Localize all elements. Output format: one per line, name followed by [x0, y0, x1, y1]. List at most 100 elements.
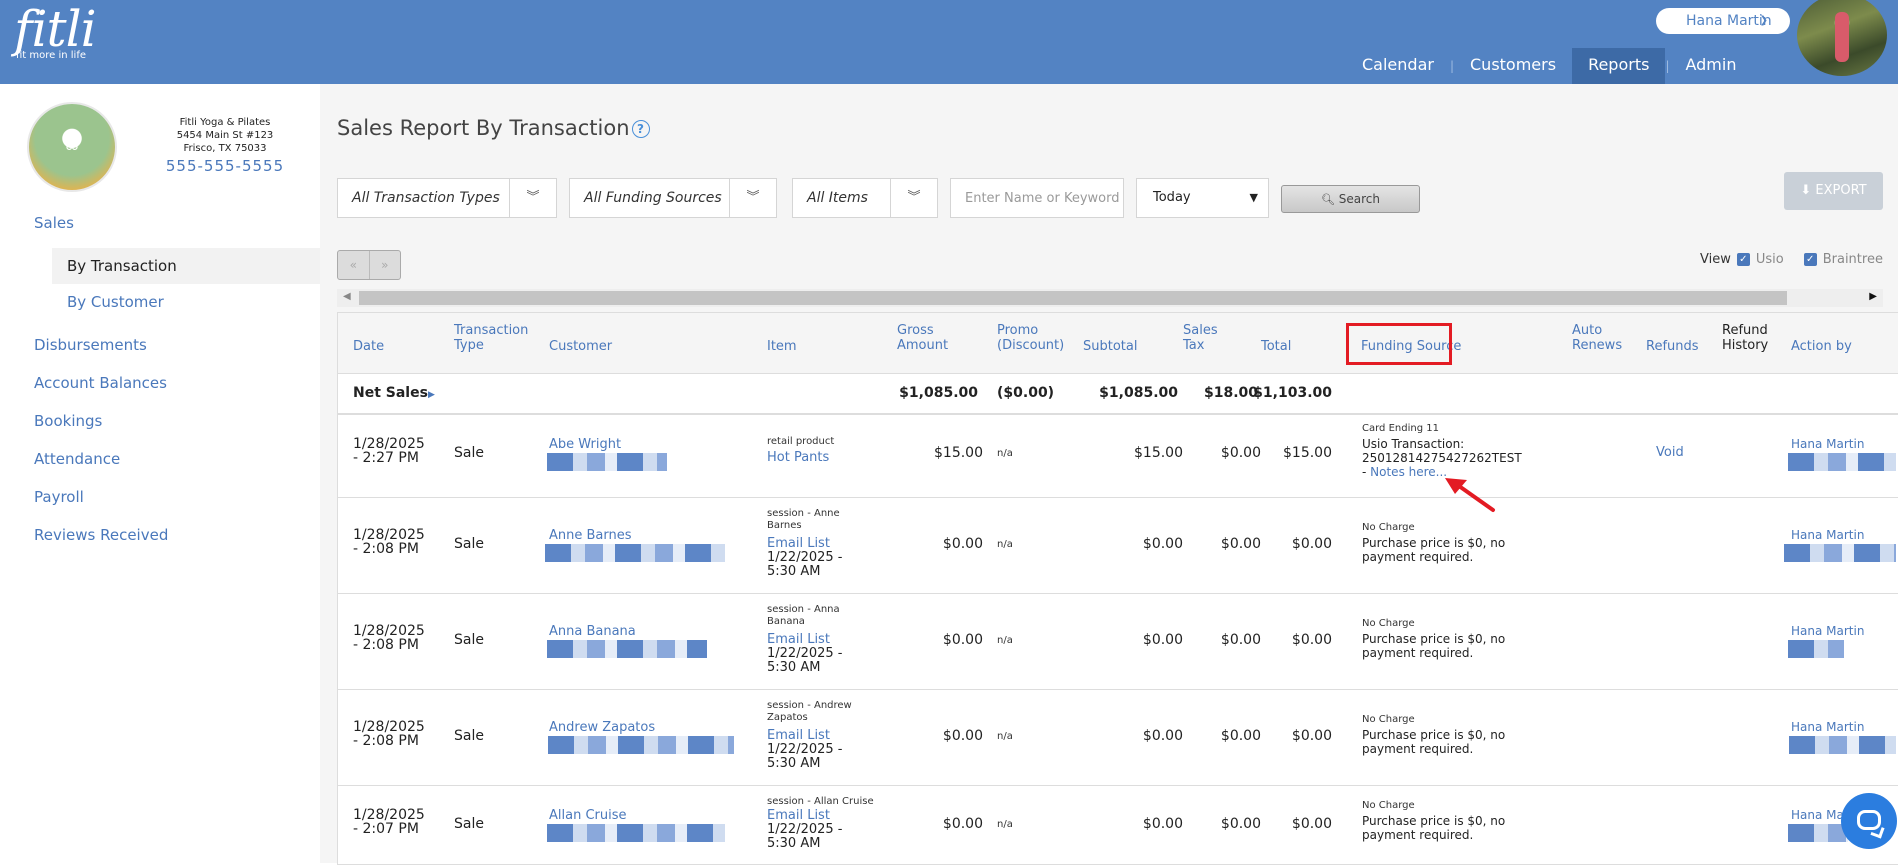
- keyword-search-input[interactable]: [950, 178, 1124, 218]
- redacted-contact: [547, 453, 667, 471]
- col-total[interactable]: Total: [1261, 339, 1291, 354]
- nav-admin[interactable]: Admin: [1669, 48, 1752, 84]
- scroll-right-icon[interactable]: ▶: [1869, 291, 1877, 302]
- col-item[interactable]: Item: [767, 339, 797, 354]
- view-options: View ✓ Usio ✓ Braintree: [1700, 252, 1897, 267]
- customer-link[interactable]: Anna Banana: [549, 624, 636, 639]
- sidebar-item-disbursements[interactable]: Disbursements: [0, 332, 320, 370]
- void-link[interactable]: Void: [1656, 445, 1684, 460]
- funding-line2: payment required.: [1362, 828, 1474, 842]
- user-menu[interactable]: Hana Martin ❯: [1656, 8, 1790, 34]
- item-kind-line2: Banana: [767, 616, 805, 627]
- item-link[interactable]: Email List: [767, 536, 830, 551]
- sidebar-item-bookings[interactable]: Bookings: [0, 408, 320, 446]
- col-sales-tax[interactable]: Sales Tax: [1183, 323, 1218, 353]
- help-icon[interactable]: ?: [631, 120, 650, 138]
- nav-customers[interactable]: Customers: [1454, 48, 1572, 84]
- nav-calendar[interactable]: Calendar: [1346, 48, 1450, 84]
- annotation-arrow-icon: [1445, 478, 1495, 512]
- action-by-link[interactable]: Hana Martin: [1791, 624, 1864, 638]
- redacted-action: [1788, 453, 1896, 471]
- row-promo: n/a: [997, 635, 1013, 646]
- sidebar-item-account-balances[interactable]: Account Balances: [0, 370, 320, 408]
- redacted-action: [1784, 544, 1896, 562]
- chat-widget-button[interactable]: [1841, 793, 1897, 849]
- col-date[interactable]: Date: [353, 339, 384, 354]
- page-title-text: Sales Report By Transaction: [337, 116, 630, 140]
- funding-status: No Charge: [1362, 714, 1415, 725]
- customer-link[interactable]: Andrew Zapatos: [549, 720, 655, 735]
- action-by-link[interactable]: Hana Martin: [1791, 437, 1864, 451]
- col-promo[interactable]: Promo (Discount): [997, 323, 1064, 353]
- col-gross[interactable]: Gross Amount: [897, 323, 948, 353]
- redacted-contact: [547, 640, 707, 658]
- logo-tagline: fit more in life: [16, 50, 87, 61]
- action-by-link[interactable]: Hana Martin: [1791, 720, 1864, 734]
- col-action-by[interactable]: Action by: [1791, 339, 1852, 354]
- transaction-type-filter[interactable]: All Transaction Types ︾: [337, 178, 557, 218]
- items-filter[interactable]: All Items ︾: [792, 178, 938, 218]
- customer-link[interactable]: Allan Cruise: [549, 808, 627, 823]
- date-line2: - 2:07 PM: [353, 821, 419, 837]
- row-promo: n/a: [997, 731, 1013, 742]
- funding-line1: Usio Transaction:: [1362, 437, 1465, 451]
- sidebar-item-attendance[interactable]: Attendance: [0, 446, 320, 484]
- row-type: Sale: [454, 445, 484, 461]
- notes-link[interactable]: Notes here...: [1370, 465, 1447, 479]
- funding-status: No Charge: [1362, 800, 1415, 811]
- action-by-link[interactable]: Hana Martin: [1791, 528, 1864, 542]
- next-page-button[interactable]: »: [368, 251, 401, 279]
- item-kind: session - Anne Barnes: [767, 508, 840, 532]
- col-refunds[interactable]: Refunds: [1646, 339, 1699, 354]
- col-subtotal[interactable]: Subtotal: [1083, 339, 1137, 354]
- sidebar-item-reviews-received[interactable]: Reviews Received: [0, 522, 320, 560]
- action-by-link[interactable]: Hana Ma: [1791, 808, 1844, 822]
- sidebar-item-payroll[interactable]: Payroll: [0, 484, 320, 522]
- item-link[interactable]: Hot Pants: [767, 450, 829, 465]
- scroll-thumb[interactable]: [359, 291, 1787, 305]
- item-link[interactable]: Email List: [767, 808, 830, 823]
- item-link[interactable]: Email List: [767, 632, 830, 647]
- braintree-checkbox[interactable]: ✓: [1803, 253, 1817, 266]
- search-button[interactable]: 🔍︎ Search: [1281, 185, 1420, 213]
- item-kind-line2: Zapatos: [767, 712, 808, 723]
- nav-reports[interactable]: Reports: [1572, 48, 1666, 84]
- customer-link[interactable]: Abe Wright: [549, 437, 621, 452]
- studio-logo: ❀: [27, 102, 117, 192]
- net-sales-label[interactable]: Net Sales▶: [353, 385, 435, 401]
- funding-detail: Purchase price is $0, no payment require…: [1362, 814, 1505, 842]
- date-range-select[interactable]: Today ▼: [1136, 178, 1269, 218]
- scroll-left-icon[interactable]: ◀: [343, 291, 351, 302]
- item-date: 1/22/2025 -5:30 AM: [767, 743, 842, 771]
- customer-link[interactable]: Anne Barnes: [549, 528, 632, 543]
- sidebar-item-by-transaction[interactable]: By Transaction: [52, 248, 320, 284]
- row-total: $0.00: [1291, 632, 1332, 648]
- prev-page-button[interactable]: «: [338, 251, 369, 279]
- date-line2: - 2:08 PM: [353, 733, 419, 749]
- col-transaction-type[interactable]: Transaction Type: [454, 323, 528, 353]
- col-customer[interactable]: Customer: [549, 339, 612, 354]
- usio-checkbox[interactable]: ✓: [1736, 253, 1750, 266]
- transaction-type-value: All Transaction Types: [352, 190, 500, 206]
- horizontal-scrollbar[interactable]: ◀ ▶: [337, 289, 1883, 307]
- col-tax-line1: Sales: [1183, 323, 1218, 338]
- table-row: 1/28/2025- 2:27 PM Sale Abe Wright retai…: [338, 415, 1898, 498]
- avatar[interactable]: [1797, 0, 1887, 76]
- funding-notes[interactable]: - Notes here...: [1362, 465, 1522, 479]
- col-auto-line1: Auto: [1572, 323, 1603, 338]
- fitli-logo[interactable]: fitli fit more in life: [14, 0, 97, 61]
- item-date-line1: 1/22/2025 -: [767, 646, 843, 661]
- row-type: Sale: [454, 816, 484, 832]
- net-total: $1,103.00: [1253, 385, 1332, 401]
- date-line2: - 2:08 PM: [353, 637, 419, 653]
- col-auto-renews[interactable]: Auto Renews: [1572, 323, 1622, 353]
- sidebar-item-by-customer[interactable]: By Customer: [52, 284, 320, 320]
- logo-wordmark: fitli: [14, 0, 97, 58]
- studio-phone[interactable]: 555-555-5555: [145, 157, 305, 175]
- sidebar-item-sales[interactable]: Sales: [0, 210, 320, 248]
- funding-line2: payment required.: [1362, 550, 1474, 564]
- item-link[interactable]: Email List: [767, 728, 830, 743]
- funding-source-filter[interactable]: All Funding Sources ︾: [569, 178, 777, 218]
- export-button[interactable]: ⬇ EXPORT: [1784, 172, 1883, 210]
- table-header: Date Transaction Type Customer Item Gross…: [338, 313, 1898, 374]
